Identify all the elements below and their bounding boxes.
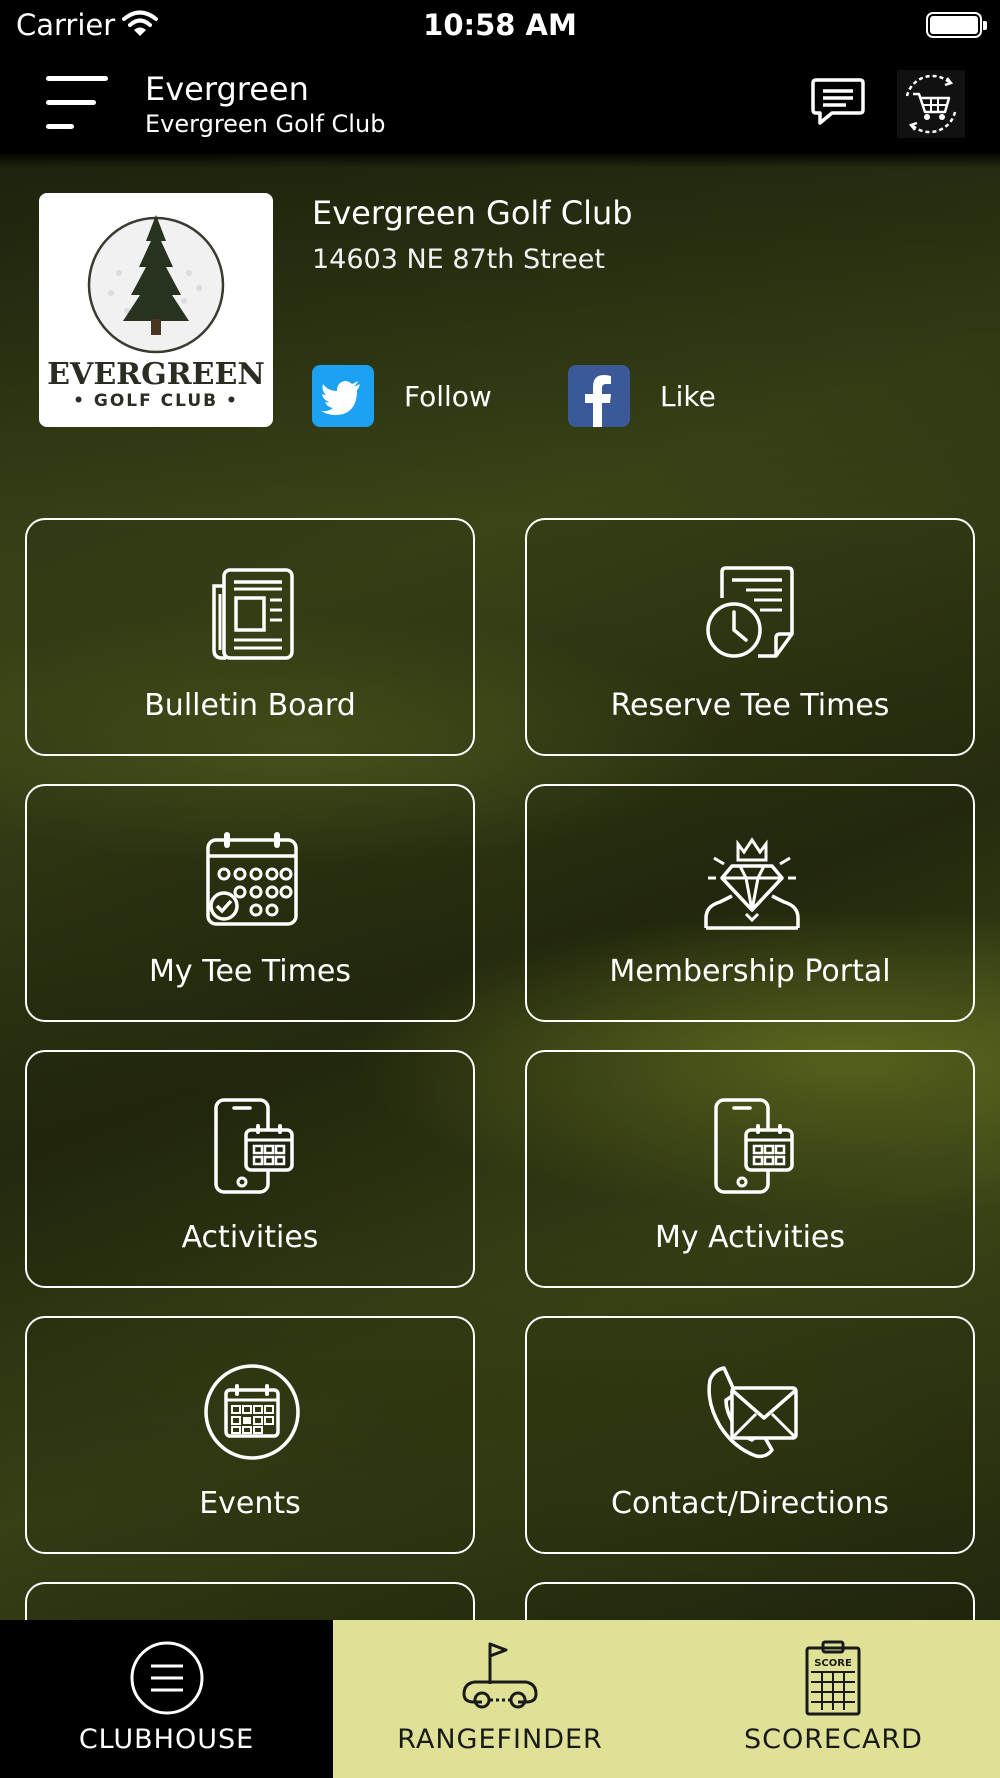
- clubhouse-home: EVERGREEN • GOLF CLUB • Evergreen Golf C…: [0, 154, 1000, 1620]
- twitter-icon: [312, 365, 374, 427]
- calendar-circle-icon: [204, 1364, 300, 1460]
- tile-bulletin-board[interactable]: Bulletin Board: [25, 518, 475, 756]
- cart-refresh-icon[interactable]: [897, 70, 965, 138]
- scorecard-icon-text: SCORE: [814, 1658, 852, 1669]
- tile-label: My Tee Times: [149, 954, 351, 989]
- clock: 10:58 AM: [423, 8, 577, 42]
- tab-rangefinder[interactable]: RANGEFINDER: [333, 1620, 667, 1778]
- status-bar: Carrier 10:58 AM: [0, 0, 1000, 54]
- logo-subtext: • GOLF CLUB •: [73, 391, 239, 411]
- tile-partial[interactable]: [525, 1582, 975, 1620]
- tab-label: SCORECARD: [744, 1724, 923, 1755]
- twitter-follow-label: Follow: [404, 379, 492, 413]
- phone-calendar-icon: [714, 1098, 794, 1194]
- tile-membership-portal[interactable]: Membership Portal: [525, 784, 975, 1022]
- tile-activities[interactable]: Activities: [25, 1050, 475, 1288]
- phone-calendar-icon: [214, 1098, 294, 1194]
- tile-label: Activities: [181, 1220, 319, 1255]
- document-clock-icon: [706, 566, 794, 658]
- tile-label: Reserve Tee Times: [610, 688, 890, 723]
- tile-label: Bulletin Board: [144, 688, 356, 723]
- golf-cart-flag-icon: [462, 1642, 538, 1709]
- tile-partial[interactable]: [25, 1582, 475, 1620]
- bottom-tab-bar: CLUBHOUSE RANGEFINDER SCORE SCORECARD: [0, 1620, 1000, 1778]
- tile-my-tee-times[interactable]: My Tee Times: [25, 784, 475, 1022]
- diamond-member-icon: [704, 837, 800, 930]
- chat-icon[interactable]: [810, 76, 866, 128]
- menu-circle-icon: [130, 1641, 204, 1715]
- nav-shadow: [0, 154, 1000, 168]
- hamburger-menu-icon[interactable]: [46, 76, 108, 130]
- tile-events[interactable]: Events: [25, 1316, 475, 1554]
- battery-icon: [926, 12, 987, 38]
- club-logo: EVERGREEN • GOLF CLUB •: [39, 193, 273, 427]
- facebook-like-label: Like: [660, 379, 716, 413]
- newspaper-icon: [212, 568, 294, 660]
- tile-reserve-tee-times[interactable]: Reserve Tee Times: [525, 518, 975, 756]
- tile-label: Membership Portal: [609, 954, 891, 989]
- scorecard-icon: SCORE: [805, 1640, 861, 1716]
- tile-contact-directions[interactable]: Contact/Directions: [525, 1316, 975, 1554]
- tab-label: CLUBHOUSE: [78, 1724, 255, 1755]
- club-address[interactable]: 14603 NE 87th Street: [312, 244, 605, 275]
- tab-label: RANGEFINDER: [397, 1724, 603, 1755]
- facebook-like-button[interactable]: Like: [568, 364, 716, 428]
- twitter-follow-button[interactable]: Follow: [312, 364, 492, 428]
- tile-label: Contact/Directions: [611, 1486, 889, 1521]
- tile-label: My Activities: [654, 1220, 846, 1255]
- tab-clubhouse[interactable]: CLUBHOUSE: [0, 1620, 333, 1778]
- tile-label: Events: [199, 1486, 301, 1521]
- phone-envelope-icon: [707, 1366, 798, 1459]
- app-subtitle: Evergreen Golf Club: [145, 110, 386, 138]
- calendar-check-icon: [206, 832, 298, 926]
- logo-text: EVERGREEN: [47, 357, 265, 392]
- nav-bar: Evergreen Evergreen Golf Club: [0, 54, 1000, 154]
- club-name: Evergreen Golf Club: [312, 194, 633, 232]
- tile-my-activities[interactable]: My Activities: [525, 1050, 975, 1288]
- facebook-icon: [568, 365, 630, 427]
- app-title: Evergreen: [145, 70, 309, 108]
- tab-scorecard[interactable]: SCORE SCORECARD: [667, 1620, 1000, 1778]
